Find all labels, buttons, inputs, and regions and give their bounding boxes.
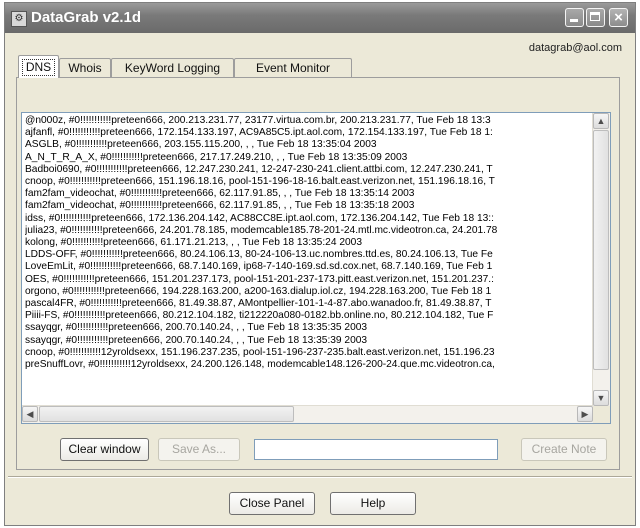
log-line: Badboi0690, #0!!!!!!!!!!!preteen666, 12.…: [25, 163, 493, 175]
log-line: Piiii-FS, #0!!!!!!!!!!!preteen666, 80.21…: [25, 310, 494, 322]
log-line: cnoop, #0!!!!!!!!!!!12yroldsexx, 151.196…: [25, 346, 495, 358]
app-icon: ⚙: [11, 11, 27, 27]
minimize-icon[interactable]: [565, 8, 584, 27]
title-bar[interactable]: ⚙ DataGrab v2.1d ×: [5, 3, 635, 33]
scroll-corner: [593, 406, 610, 423]
tab-keyword-logging[interactable]: KeyWord Logging: [111, 58, 234, 77]
log-line: ajfanfl, #0!!!!!!!!!!!preteen666, 172.15…: [25, 127, 493, 139]
log-line: A_N_T_R_A_X, #0!!!!!!!!!!!preteen666, 21…: [25, 151, 408, 163]
tab-dns[interactable]: DNS: [18, 55, 59, 78]
horizontal-scroll-thumb[interactable]: [39, 406, 294, 422]
divider: [8, 476, 632, 478]
window-title: DataGrab v2.1d: [31, 9, 142, 26]
contact-email: datagrab@aol.com: [528, 42, 622, 54]
log-line: LoveEmLit, #0!!!!!!!!!!!preteen666, 68.7…: [25, 261, 493, 273]
clear-window-button[interactable]: Clear window: [60, 438, 149, 461]
create-note-button[interactable]: Create Note: [521, 438, 607, 461]
vertical-scrollbar[interactable]: ▲ ▼: [592, 113, 610, 406]
log-line: ssayqgr, #0!!!!!!!!!!!preteen666, 200.70…: [25, 322, 368, 334]
log-line: pascal4FR, #0!!!!!!!!!!!preteen666, 81.4…: [25, 298, 492, 310]
save-as-button[interactable]: Save As...: [158, 438, 240, 461]
scroll-down-icon[interactable]: ▼: [593, 390, 609, 406]
log-line: orgono, #0!!!!!!!!!!!preteen666, 194.228…: [25, 285, 492, 297]
maximize-icon[interactable]: [586, 8, 605, 27]
tab-event-monitor[interactable]: Event Monitor: [234, 58, 352, 77]
log-line: @n000z, #0!!!!!!!!!!!preteen666, 200.213…: [25, 115, 491, 126]
log-textarea[interactable]: @n000z, #0!!!!!!!!!!!preteen666, 200.213…: [21, 112, 611, 424]
horizontal-scrollbar[interactable]: ◀ ▶: [22, 405, 593, 423]
log-line: ssayqgr, #0!!!!!!!!!!!preteen666, 200.70…: [25, 334, 368, 346]
vertical-scroll-thumb[interactable]: [593, 130, 609, 370]
tab-whois[interactable]: Whois: [59, 58, 111, 77]
log-lines: @n000z, #0!!!!!!!!!!!preteen666, 200.213…: [25, 115, 592, 405]
log-line: LDDS-OFF, #0!!!!!!!!!!!preteen666, 80.24…: [25, 249, 493, 261]
log-line: OES, #0!!!!!!!!!!!preteen666, 151.201.23…: [25, 273, 494, 285]
log-line: preSnuffLovr, #0!!!!!!!!!!!12yroldsexx, …: [25, 359, 495, 371]
tab-dns-label: DNS: [21, 59, 56, 76]
log-line: fam2fam_videochat, #0!!!!!!!!!!!preteen6…: [25, 188, 415, 200]
close-panel-button[interactable]: Close Panel: [229, 492, 315, 515]
log-line: cnoop, #0!!!!!!!!!!!preteen666, 151.196.…: [25, 176, 495, 188]
log-line: ASGLB, #0!!!!!!!!!!!preteen666, 203.155.…: [25, 139, 377, 151]
log-line: kolong, #0!!!!!!!!!!!preteen666, 61.171.…: [25, 237, 363, 249]
log-line: idss, #0!!!!!!!!!!!preteen666, 172.136.2…: [25, 212, 494, 224]
log-line: fam2fam_videochat, #0!!!!!!!!!!!preteen6…: [25, 200, 415, 212]
scroll-up-icon[interactable]: ▲: [593, 113, 609, 129]
close-icon[interactable]: ×: [609, 8, 628, 27]
log-line: julia23, #0!!!!!!!!!!!preteen666, 24.201…: [25, 224, 498, 236]
scroll-left-icon[interactable]: ◀: [22, 406, 38, 422]
scroll-right-icon[interactable]: ▶: [577, 406, 593, 422]
help-button[interactable]: Help: [330, 492, 416, 515]
note-input[interactable]: [254, 439, 498, 460]
